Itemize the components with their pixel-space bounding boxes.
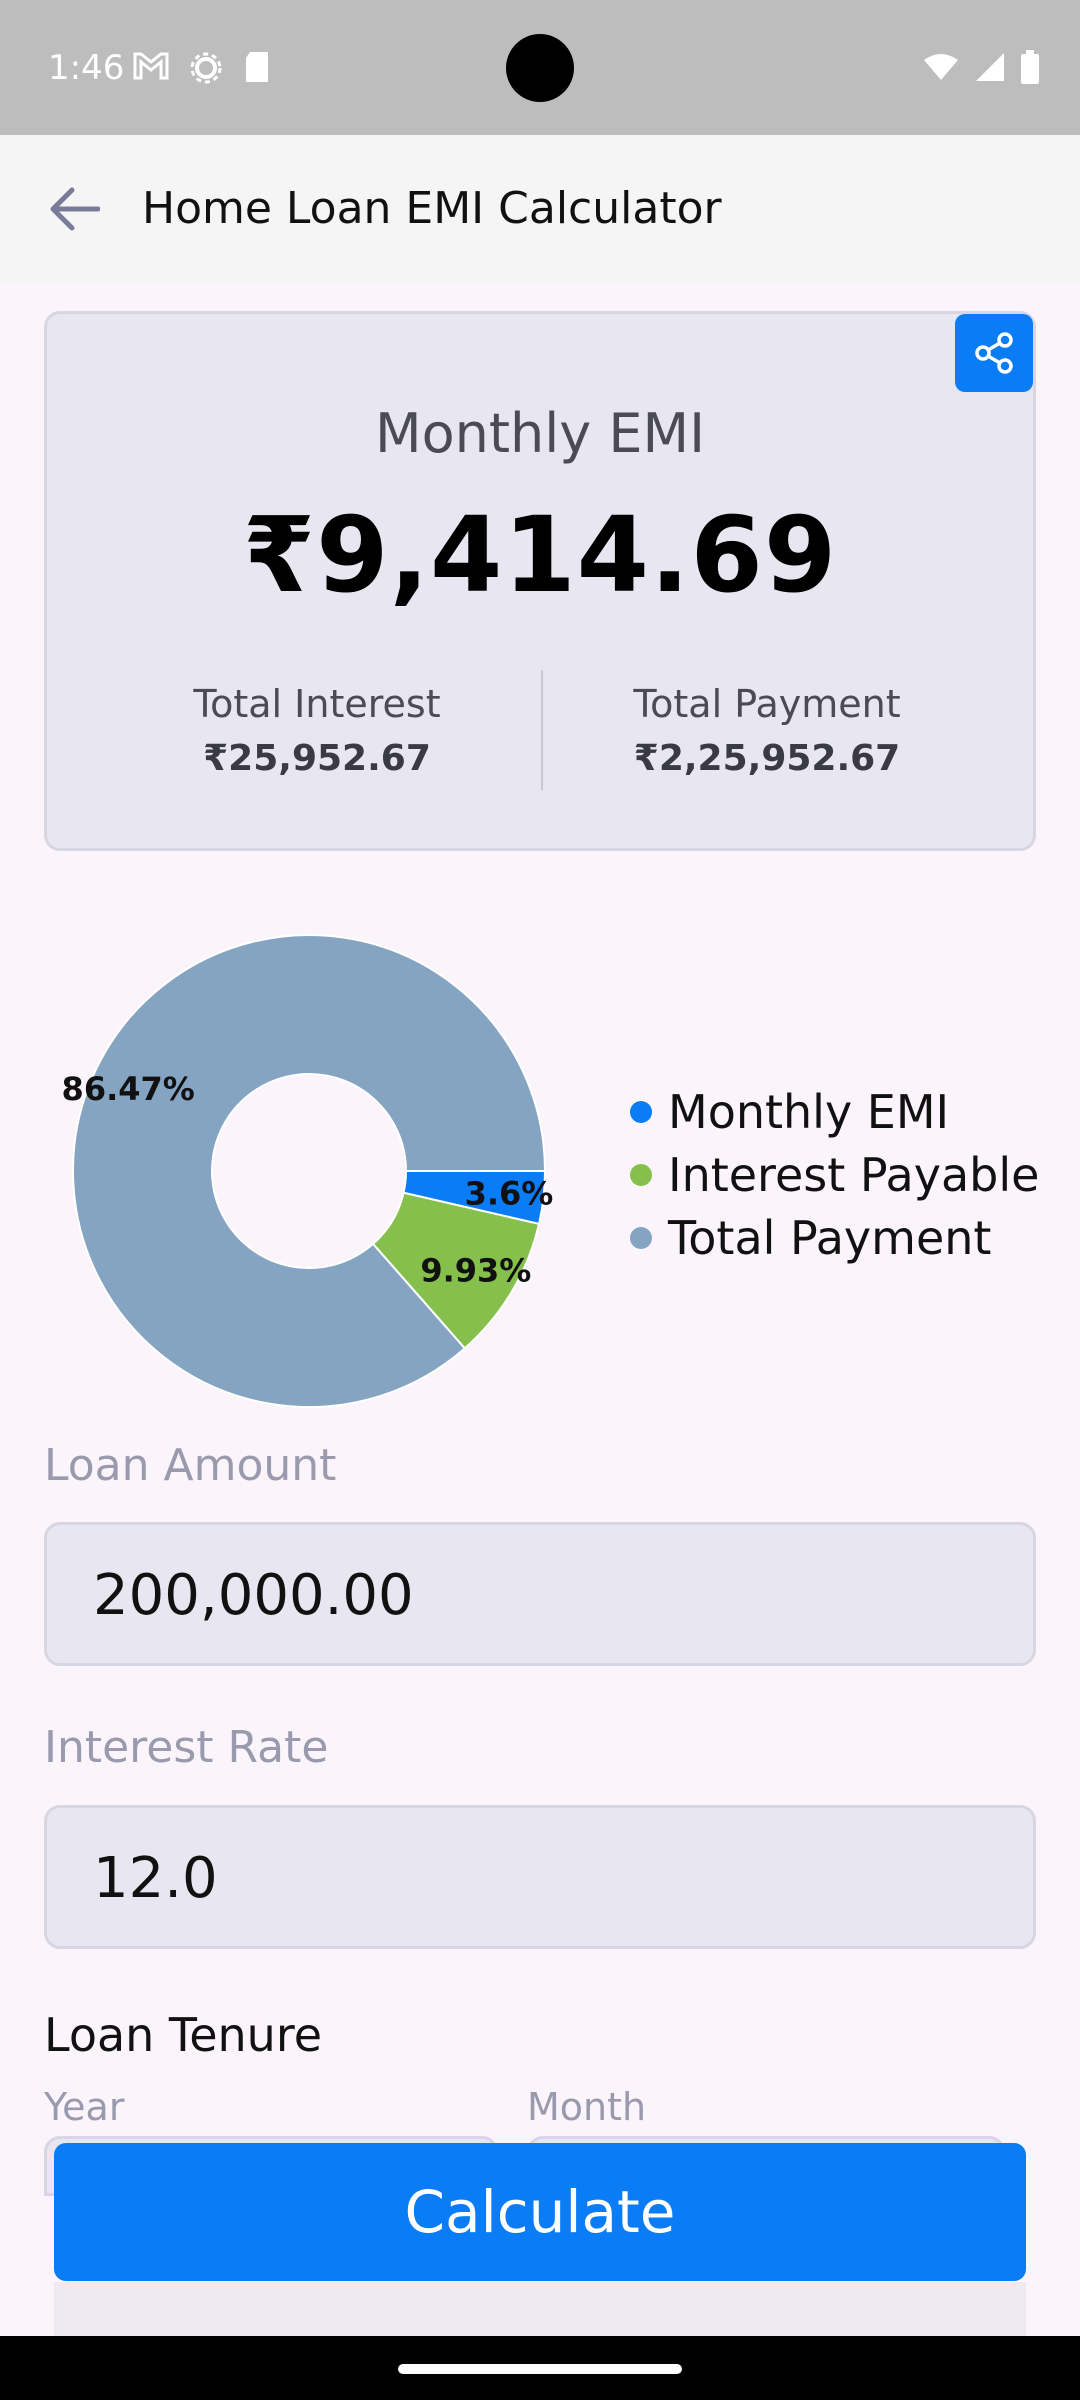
back-button[interactable]	[40, 175, 108, 243]
monthly-emi-value: ₹9,414.69	[242, 494, 838, 616]
interest-rate-input[interactable]: 12.0	[93, 1846, 973, 1911]
legend-dot	[630, 1163, 652, 1186]
year-label: Year	[44, 2085, 125, 2129]
total-interest-stat: Total Interest ₹25,952.67	[107, 682, 527, 779]
page-title: Home Loan EMI Calculator	[142, 183, 722, 234]
battery-icon	[1021, 50, 1039, 84]
status-time: 1:46	[48, 48, 125, 88]
legend-label: Total Payment	[668, 1210, 992, 1265]
calculate-button[interactable]: Calculate	[54, 2143, 1026, 2281]
loan-amount-input[interactable]: 200,000.00	[93, 1563, 973, 1628]
total-interest-value: ₹25,952.67	[203, 738, 431, 779]
total-payment-stat: Total Payment ₹2,25,952.67	[557, 682, 977, 779]
legend-item-interest-payable: Interest Payable	[630, 1143, 1039, 1206]
system-icons	[922, 50, 1040, 84]
settings-icon	[190, 52, 222, 84]
arrow-left-icon	[50, 187, 100, 231]
signal-icon	[976, 53, 1004, 81]
slice-percent-label: 9.93%	[420, 1252, 531, 1290]
gmail-icon	[133, 52, 169, 80]
slice-percent-label: 86.47%	[62, 1070, 195, 1108]
interest-rate-field[interactable]: 12.0	[44, 1805, 1036, 1949]
slice-percent-label: 3.6%	[465, 1175, 554, 1213]
monthly-emi-label: Monthly EMI	[374, 402, 705, 465]
legend-label: Monthly EMI	[668, 1084, 950, 1139]
legend-dot	[630, 1100, 652, 1123]
status-bar: 1:46	[0, 0, 1080, 135]
interest-rate-label: Interest Rate	[44, 1722, 329, 1773]
legend-label: Interest Payable	[668, 1147, 1040, 1202]
donut-chart: 3.6% 9.93% 86.47%	[62, 934, 554, 1408]
emi-summary-card: Monthly EMI ₹9,414.69 Total Interest ₹25…	[44, 311, 1036, 851]
chart-legend: Monthly EMI Interest Payable Total Payme…	[630, 1080, 1039, 1269]
total-payment-value: ₹2,25,952.67	[633, 738, 901, 779]
sd-card-icon	[246, 52, 268, 82]
legend-item-total-payment: Total Payment	[630, 1206, 1039, 1269]
share-button[interactable]	[955, 314, 1033, 392]
legend-dot	[630, 1226, 652, 1249]
emi-breakdown-chart: 3.6% 9.93% 86.47% Monthly EMI Interest Pay…	[0, 900, 1080, 1420]
month-label: Month	[527, 2085, 647, 2129]
notification-icons	[132, 50, 272, 86]
wifi-icon	[924, 54, 958, 80]
stat-divider	[541, 670, 543, 790]
camera-cutout	[506, 34, 574, 102]
button-shadow	[54, 2282, 1026, 2337]
app-bar: Home Loan EMI Calculator	[0, 135, 1080, 283]
loan-tenure-title: Loan Tenure	[44, 2008, 323, 2062]
total-payment-label: Total Payment	[633, 682, 901, 726]
legend-item-monthly-emi: Monthly EMI	[630, 1080, 1039, 1143]
home-gesture-handle[interactable]	[398, 2364, 682, 2374]
loan-amount-label: Loan Amount	[44, 1440, 337, 1491]
total-interest-label: Total Interest	[193, 682, 441, 726]
share-icon	[975, 332, 1013, 374]
loan-amount-field[interactable]: 200,000.00	[44, 1522, 1036, 1666]
